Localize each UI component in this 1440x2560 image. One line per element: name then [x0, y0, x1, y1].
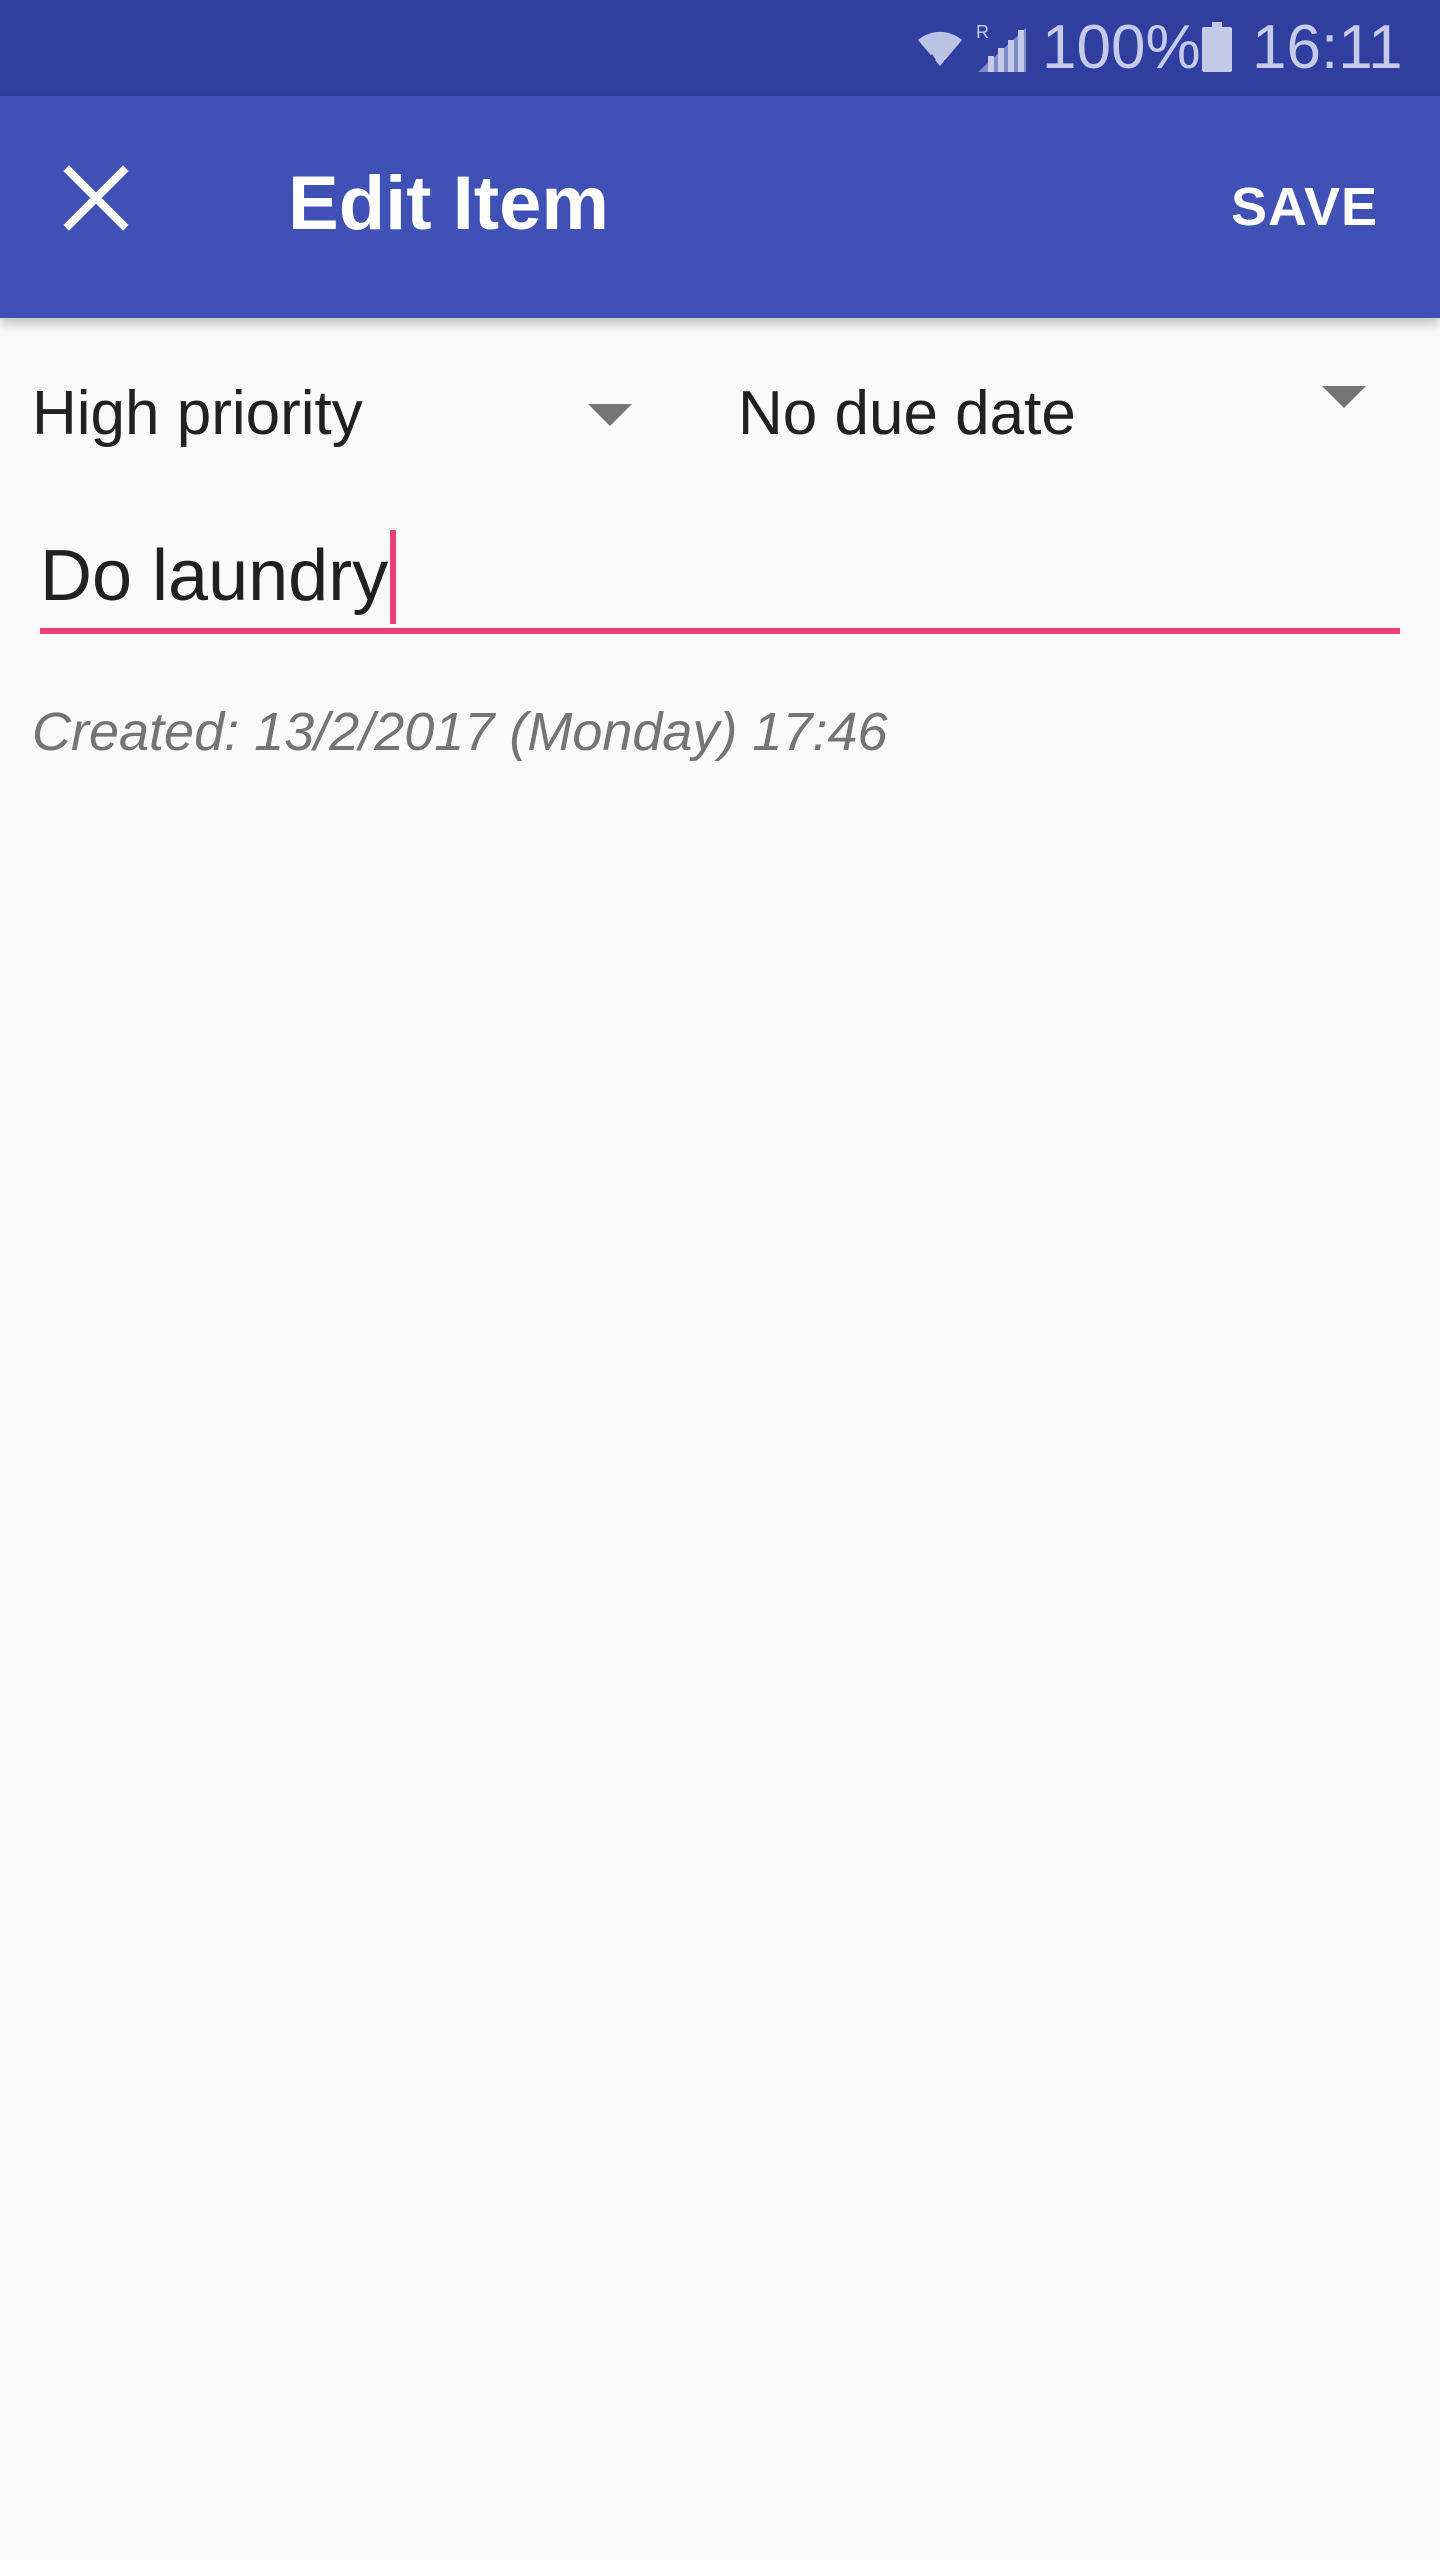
- wifi-icon: [918, 31, 962, 67]
- app-bar: Edit Item SAVE: [0, 96, 1440, 318]
- item-text-field[interactable]: Do laundry: [40, 512, 1400, 634]
- battery-percentage: 100%: [1042, 13, 1201, 82]
- item-text-container[interactable]: Do laundry: [40, 526, 397, 626]
- priority-dropdown[interactable]: High priority: [32, 354, 640, 474]
- dropdown-arrow-icon: [588, 404, 632, 426]
- text-cursor: [390, 529, 397, 624]
- field-underline: [40, 628, 1400, 634]
- battery-full-icon: [1202, 22, 1232, 72]
- created-timestamp: Created: 13/2/2017 (Monday) 17:46: [32, 702, 888, 762]
- priority-selected-value: High priority: [32, 379, 363, 448]
- svg-text:R: R: [976, 22, 989, 42]
- signal-roaming-icon: R: [976, 22, 1026, 72]
- status-bar: R 100% 16:11: [0, 0, 1440, 96]
- item-text-value: Do laundry: [40, 536, 389, 616]
- status-clock: 16:11: [1252, 13, 1403, 82]
- close-icon: [63, 165, 129, 231]
- due-date-selected-value: No due date: [738, 379, 1076, 448]
- due-date-dropdown[interactable]: No due date: [738, 354, 1390, 474]
- close-button[interactable]: [40, 142, 152, 254]
- save-button[interactable]: SAVE: [1231, 162, 1378, 252]
- page-title: Edit Item: [288, 161, 609, 246]
- dropdown-arrow-icon: [1322, 386, 1366, 408]
